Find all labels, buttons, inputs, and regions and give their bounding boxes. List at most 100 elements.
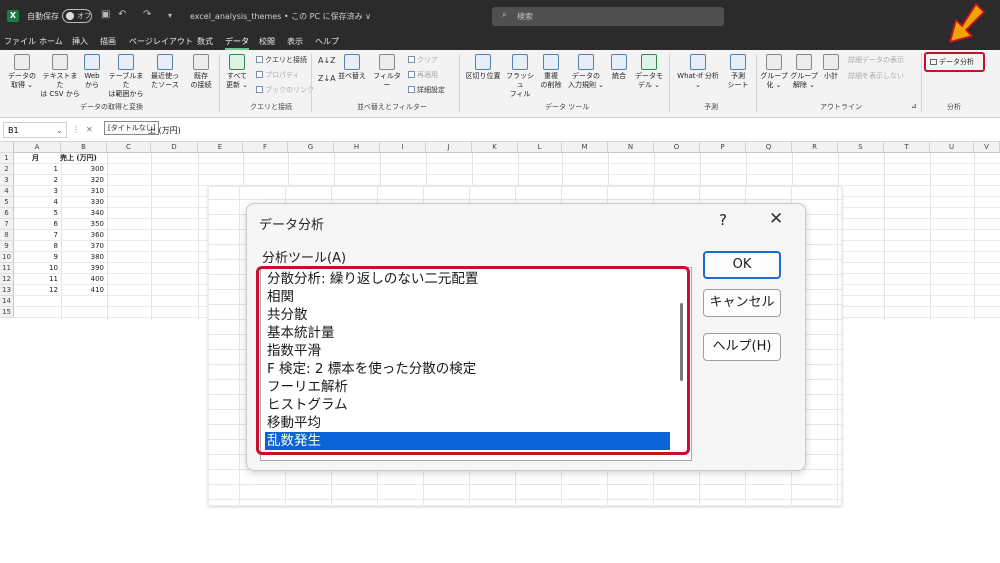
cancel-entry-icon[interactable]: ✕ xyxy=(86,125,93,134)
table-cell[interactable]: 330 xyxy=(61,197,104,208)
tab-insert[interactable]: 挿入 xyxy=(72,36,88,47)
save-icon[interactable]: ▣ xyxy=(101,9,110,20)
cancel-button[interactable]: キャンセル xyxy=(703,289,781,317)
hide-detail-button[interactable]: 詳細を表示しない xyxy=(848,71,904,81)
row-header[interactable]: 3 xyxy=(0,175,14,186)
flash-fill-button[interactable]: フラッシュ フィル xyxy=(504,54,536,99)
queries-connections-button[interactable]: クエリと接続 xyxy=(256,55,307,65)
outline-dialog-launcher-icon[interactable]: ⊿ xyxy=(911,102,917,110)
ok-button[interactable]: OK xyxy=(703,251,781,279)
data-validation-button[interactable]: データの 入力規則 ⌄ xyxy=(566,54,606,90)
row-header[interactable]: 2 xyxy=(0,164,14,175)
table-cell[interactable]: 370 xyxy=(61,241,104,252)
row-header[interactable]: 12 xyxy=(0,274,14,285)
column-header[interactable]: U xyxy=(930,142,974,153)
table-cell[interactable]: 1 xyxy=(14,164,58,175)
table-cell[interactable]: 3 xyxy=(14,186,58,197)
recent-sources-button[interactable]: 最近使っ たソース xyxy=(147,54,183,90)
tab-home[interactable]: ホーム xyxy=(39,36,63,47)
table-cell[interactable]: 10 xyxy=(14,263,58,274)
from-web-button[interactable]: Web から xyxy=(80,54,104,90)
table-cell[interactable]: 300 xyxy=(61,164,104,175)
advanced-filter-button[interactable]: 詳細設定 xyxy=(408,85,445,95)
row-header[interactable]: 1 xyxy=(0,153,14,164)
column-header[interactable]: H xyxy=(334,142,380,153)
subtotal-button[interactable]: 小計 xyxy=(819,54,843,81)
column-header[interactable]: G xyxy=(288,142,334,153)
table-cell[interactable]: 月 xyxy=(32,153,60,164)
column-header[interactable]: J xyxy=(426,142,472,153)
column-header[interactable]: A xyxy=(14,142,61,153)
table-cell[interactable]: 400 xyxy=(61,274,104,285)
properties-button[interactable]: プロパティ xyxy=(256,70,300,80)
row-header[interactable]: 14 xyxy=(0,296,14,307)
tab-help[interactable]: ヘルプ xyxy=(315,36,339,47)
sort-descending-icon[interactable]: Z↓A xyxy=(318,74,336,83)
table-cell[interactable]: 11 xyxy=(14,274,58,285)
get-data-button[interactable]: データの 取得 ⌄ xyxy=(4,54,40,90)
sort-ascending-icon[interactable]: A↓Z xyxy=(318,56,336,65)
table-cell[interactable]: 380 xyxy=(61,252,104,263)
row-header[interactable]: 11 xyxy=(0,263,14,274)
from-text-csv-button[interactable]: テキストまた は CSV から xyxy=(40,54,80,99)
help-button[interactable]: ヘルプ(H) xyxy=(703,333,781,361)
column-header[interactable]: P xyxy=(700,142,746,153)
group-button[interactable]: グループ 化 ⌄ xyxy=(759,54,789,90)
column-header[interactable]: M xyxy=(562,142,608,153)
autosave-toggle[interactable]: オフ xyxy=(62,9,92,23)
undo-icon[interactable]: ↶ xyxy=(118,9,126,20)
tab-view[interactable]: 表示 xyxy=(287,36,303,47)
redo-icon[interactable]: ↷ xyxy=(143,9,151,20)
tab-draw[interactable]: 描画 xyxy=(100,36,116,47)
edit-links-button[interactable]: ブックのリンク xyxy=(256,85,314,95)
table-cell[interactable]: 9 xyxy=(14,252,58,263)
remove-duplicates-button[interactable]: 重複 の削除 xyxy=(537,54,565,90)
more-options-icon[interactable]: ⋮ xyxy=(72,125,80,134)
column-header[interactable]: T xyxy=(884,142,930,153)
show-detail-button[interactable]: 詳細データの表示 xyxy=(848,55,904,65)
table-cell[interactable]: 360 xyxy=(61,230,104,241)
row-header[interactable]: 13 xyxy=(0,285,14,296)
qat-customize-icon[interactable]: ▾ xyxy=(168,11,172,20)
column-header[interactable]: V xyxy=(974,142,1000,153)
table-cell[interactable]: 12 xyxy=(14,285,58,296)
column-header[interactable]: D xyxy=(151,142,198,153)
column-header[interactable]: L xyxy=(518,142,562,153)
table-cell[interactable]: 340 xyxy=(61,208,104,219)
column-header[interactable]: O xyxy=(654,142,700,153)
from-table-button[interactable]: テーブルまた は範囲から xyxy=(106,54,146,99)
forecast-sheet-button[interactable]: 予測 シート xyxy=(724,54,752,90)
column-header[interactable]: B xyxy=(61,142,107,153)
clear-filter-button[interactable]: クリア xyxy=(408,55,438,65)
tab-data[interactable]: データ xyxy=(225,36,249,50)
data-analysis-button[interactable]: データ分析 xyxy=(930,57,974,67)
filter-button[interactable]: フィルター xyxy=(370,54,404,90)
sort-button[interactable]: 並べ替え xyxy=(337,54,367,81)
column-header[interactable]: S xyxy=(838,142,884,153)
row-header[interactable]: 15 xyxy=(0,307,14,318)
table-cell[interactable]: 390 xyxy=(61,263,104,274)
row-header[interactable]: 9 xyxy=(0,241,14,252)
tab-formulas[interactable]: 数式 xyxy=(197,36,213,47)
column-header[interactable]: F xyxy=(243,142,288,153)
what-if-analysis-button[interactable]: What-If 分析 ⌄ xyxy=(673,54,723,90)
consolidate-button[interactable]: 統合 xyxy=(607,54,631,81)
table-cell[interactable]: 310 xyxy=(61,186,104,197)
row-header[interactable]: 6 xyxy=(0,208,14,219)
help-icon[interactable]: ? xyxy=(719,211,727,229)
column-header[interactable]: K xyxy=(472,142,518,153)
tab-review[interactable]: 校閲 xyxy=(259,36,275,47)
table-cell[interactable]: 410 xyxy=(61,285,104,296)
row-header[interactable]: 10 xyxy=(0,252,14,263)
table-cell[interactable]: 7 xyxy=(14,230,58,241)
column-header[interactable]: C xyxy=(107,142,151,153)
table-cell[interactable]: 350 xyxy=(61,219,104,230)
row-header[interactable]: 4 xyxy=(0,186,14,197)
table-cell[interactable]: 5 xyxy=(14,208,58,219)
column-header[interactable]: N xyxy=(608,142,654,153)
refresh-all-button[interactable]: すべて 更新 ⌄ xyxy=(222,54,252,90)
row-header[interactable]: 7 xyxy=(0,219,14,230)
data-model-button[interactable]: データモ デル ⌄ xyxy=(633,54,665,90)
select-all-corner[interactable] xyxy=(0,142,14,153)
table-cell[interactable]: 6 xyxy=(14,219,58,230)
